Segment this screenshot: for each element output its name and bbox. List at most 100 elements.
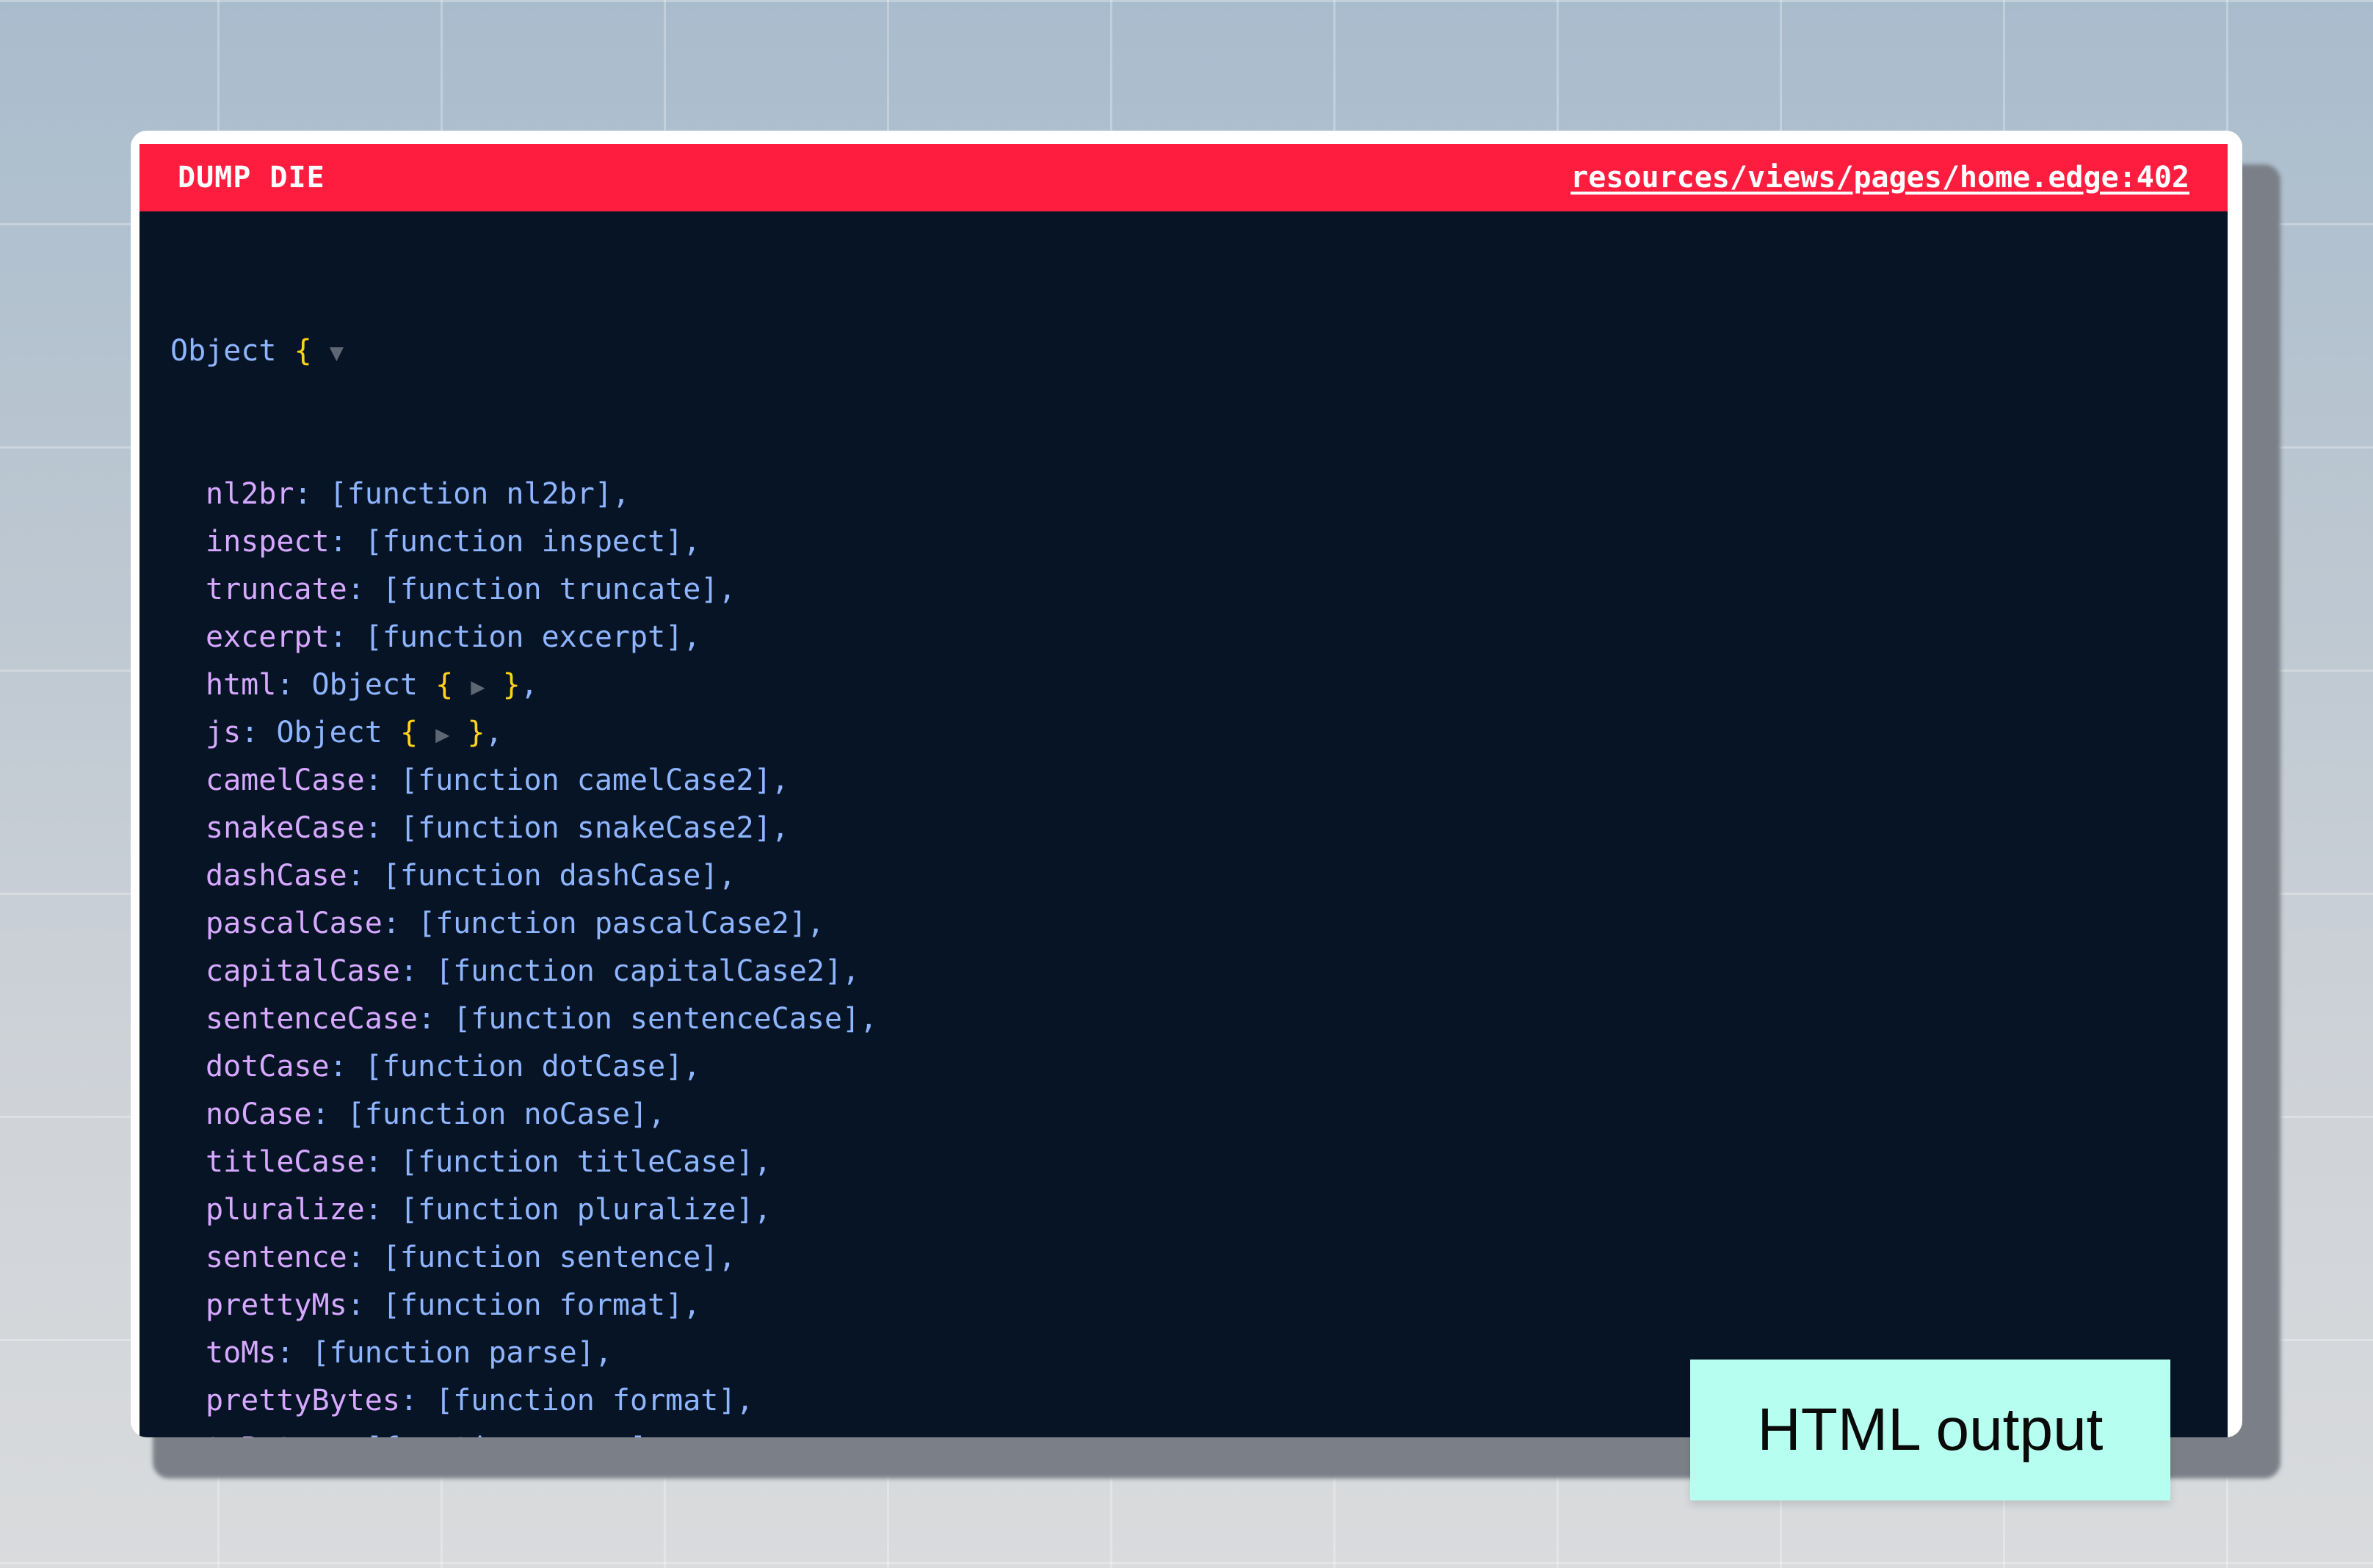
entry-key: dashCase	[206, 859, 347, 893]
dump-entry: sentence: [function sentence],	[170, 1234, 2228, 1282]
root-object-label: Object	[170, 334, 277, 368]
entry-key: nl2br	[206, 477, 294, 511]
entry-value: [function inspect]	[364, 525, 684, 559]
entry-comma: ,	[718, 573, 736, 606]
html-output-badge: HTML output	[1690, 1360, 2170, 1500]
entry-value: [function pluralize]	[399, 1193, 754, 1227]
entry-value: [function parse]	[311, 1336, 595, 1370]
entry-value: [function sentence]	[382, 1241, 719, 1274]
entry-comma: ,	[648, 1431, 665, 1437]
entry-key: sentence	[206, 1241, 347, 1274]
entry-colon: :	[364, 1193, 400, 1227]
entry-key: snakeCase	[206, 811, 365, 845]
entry-key: html	[206, 668, 277, 702]
dump-entry: titleCase: [function titleCase],	[170, 1139, 2228, 1186]
entry-value: [function capitalCase2]	[435, 954, 842, 988]
entry-colon: :	[347, 1241, 383, 1274]
entry-object-label: Object	[311, 668, 419, 702]
entry-comma: ,	[718, 859, 736, 893]
entry-comma: ,	[771, 763, 789, 797]
dump-entry: excerpt: [function excerpt],	[170, 614, 2228, 661]
entry-value: [function format]	[435, 1384, 736, 1418]
entry-key: truncate	[206, 573, 347, 606]
entry-value: [function parse]	[365, 1431, 648, 1437]
entry-colon: :	[364, 811, 400, 845]
entry-comma: ,	[753, 1193, 772, 1227]
entry-comma: ,	[753, 1145, 772, 1179]
entry-colon: :	[276, 1336, 312, 1370]
file-location-link[interactable]: resources/views/pages/home.edge:402	[1570, 161, 2189, 195]
entry-colon: :	[311, 1097, 347, 1131]
entry-open-brace: {	[435, 668, 454, 702]
entry-key: excerpt	[206, 620, 330, 654]
entry-value: [function sentenceCase]	[453, 1002, 861, 1036]
entry-key: titleCase	[206, 1145, 365, 1179]
entry-value: [function titleCase]	[399, 1145, 754, 1179]
entry-colon: :	[276, 668, 312, 702]
entry-key: camelCase	[206, 763, 365, 797]
dump-panel: DUMP DIE resources/views/pages/home.edge…	[140, 144, 2228, 1437]
entry-comma: ,	[718, 1241, 736, 1274]
entry-comma: ,	[683, 1288, 701, 1322]
entry-colon: :	[329, 525, 365, 559]
entry-colon: :	[347, 859, 383, 893]
dump-entry: dotCase: [function dotCase],	[170, 1043, 2228, 1091]
entry-close-brace: }	[467, 716, 485, 749]
entry-key: prettyBytes	[206, 1384, 400, 1418]
entry-value: [function nl2br]	[329, 477, 612, 511]
entry-value: [function snakeCase2]	[399, 811, 772, 845]
entry-comma: ,	[736, 1384, 754, 1418]
dump-entry: sentenceCase: [function sentenceCase],	[170, 995, 2228, 1043]
entry-comma: ,	[648, 1097, 666, 1131]
entry-comma: ,	[683, 1050, 701, 1084]
entry-value: [function dashCase]	[382, 859, 719, 893]
dump-entry: snakeCase: [function snakeCase2],	[170, 805, 2228, 852]
entry-colon: :	[347, 1288, 383, 1322]
expand-toggle-icon[interactable]: ▶	[435, 720, 449, 748]
entry-value: [function noCase]	[347, 1097, 648, 1131]
entry-value: [function camelCase2]	[399, 763, 772, 797]
entry-colon: :	[364, 763, 400, 797]
entry-key: inspect	[206, 525, 330, 559]
collapse-toggle-icon[interactable]: ▼	[330, 338, 344, 366]
entry-key: js	[206, 716, 242, 749]
entry-key: toMs	[206, 1336, 277, 1370]
entry-colon: :	[347, 573, 383, 606]
dump-window: DUMP DIE resources/views/pages/home.edge…	[131, 131, 2242, 1437]
entry-comma: ,	[771, 811, 789, 845]
entry-key: sentenceCase	[206, 1002, 418, 1036]
dump-entry: html: Object { ▶ },	[170, 661, 2228, 709]
entry-key: noCase	[206, 1097, 312, 1131]
dump-entry: camelCase: [function camelCase2],	[170, 757, 2228, 805]
entry-comma: ,	[860, 1002, 878, 1036]
dump-entry: pluralize: [function pluralize],	[170, 1186, 2228, 1234]
entry-key: toBytes	[206, 1431, 330, 1437]
entry-comma: ,	[683, 525, 701, 559]
dump-title: DUMP DIE	[178, 161, 325, 195]
entry-comma: ,	[612, 477, 630, 511]
dump-entry: capitalCase: [function capitalCase2],	[170, 948, 2228, 995]
entry-value: [function dotCase]	[364, 1050, 684, 1084]
entry-colon: :	[417, 1002, 454, 1036]
entry-colon: :	[329, 1050, 365, 1084]
entry-colon: :	[364, 1145, 400, 1179]
entry-colon: :	[241, 716, 277, 749]
entry-colon: :	[330, 1431, 365, 1437]
expand-toggle-icon[interactable]: ▶	[471, 672, 485, 700]
entry-colon: :	[399, 954, 436, 988]
entry-object-label: Object	[276, 716, 383, 749]
dump-entry: js: Object { ▶ },	[170, 709, 2228, 757]
entry-comma: ,	[485, 716, 503, 749]
dump-entry: truncate: [function truncate],	[170, 566, 2228, 614]
entry-open-brace: {	[399, 716, 419, 749]
dump-entry: prettyMs: [function format],	[170, 1282, 2228, 1329]
dump-entry: inspect: [function inspect],	[170, 518, 2228, 566]
entry-key: pascalCase	[206, 907, 383, 940]
dump-output: Object { ▼ nl2br: [function nl2br], inspe…	[140, 211, 2228, 1437]
entry-colon: :	[329, 620, 365, 654]
entry-colon: :	[294, 477, 330, 511]
entry-colon: :	[382, 907, 418, 940]
entry-comma: ,	[594, 1336, 612, 1370]
dump-entry: dashCase: [function dashCase],	[170, 852, 2228, 900]
entry-value: [function truncate]	[382, 573, 719, 606]
